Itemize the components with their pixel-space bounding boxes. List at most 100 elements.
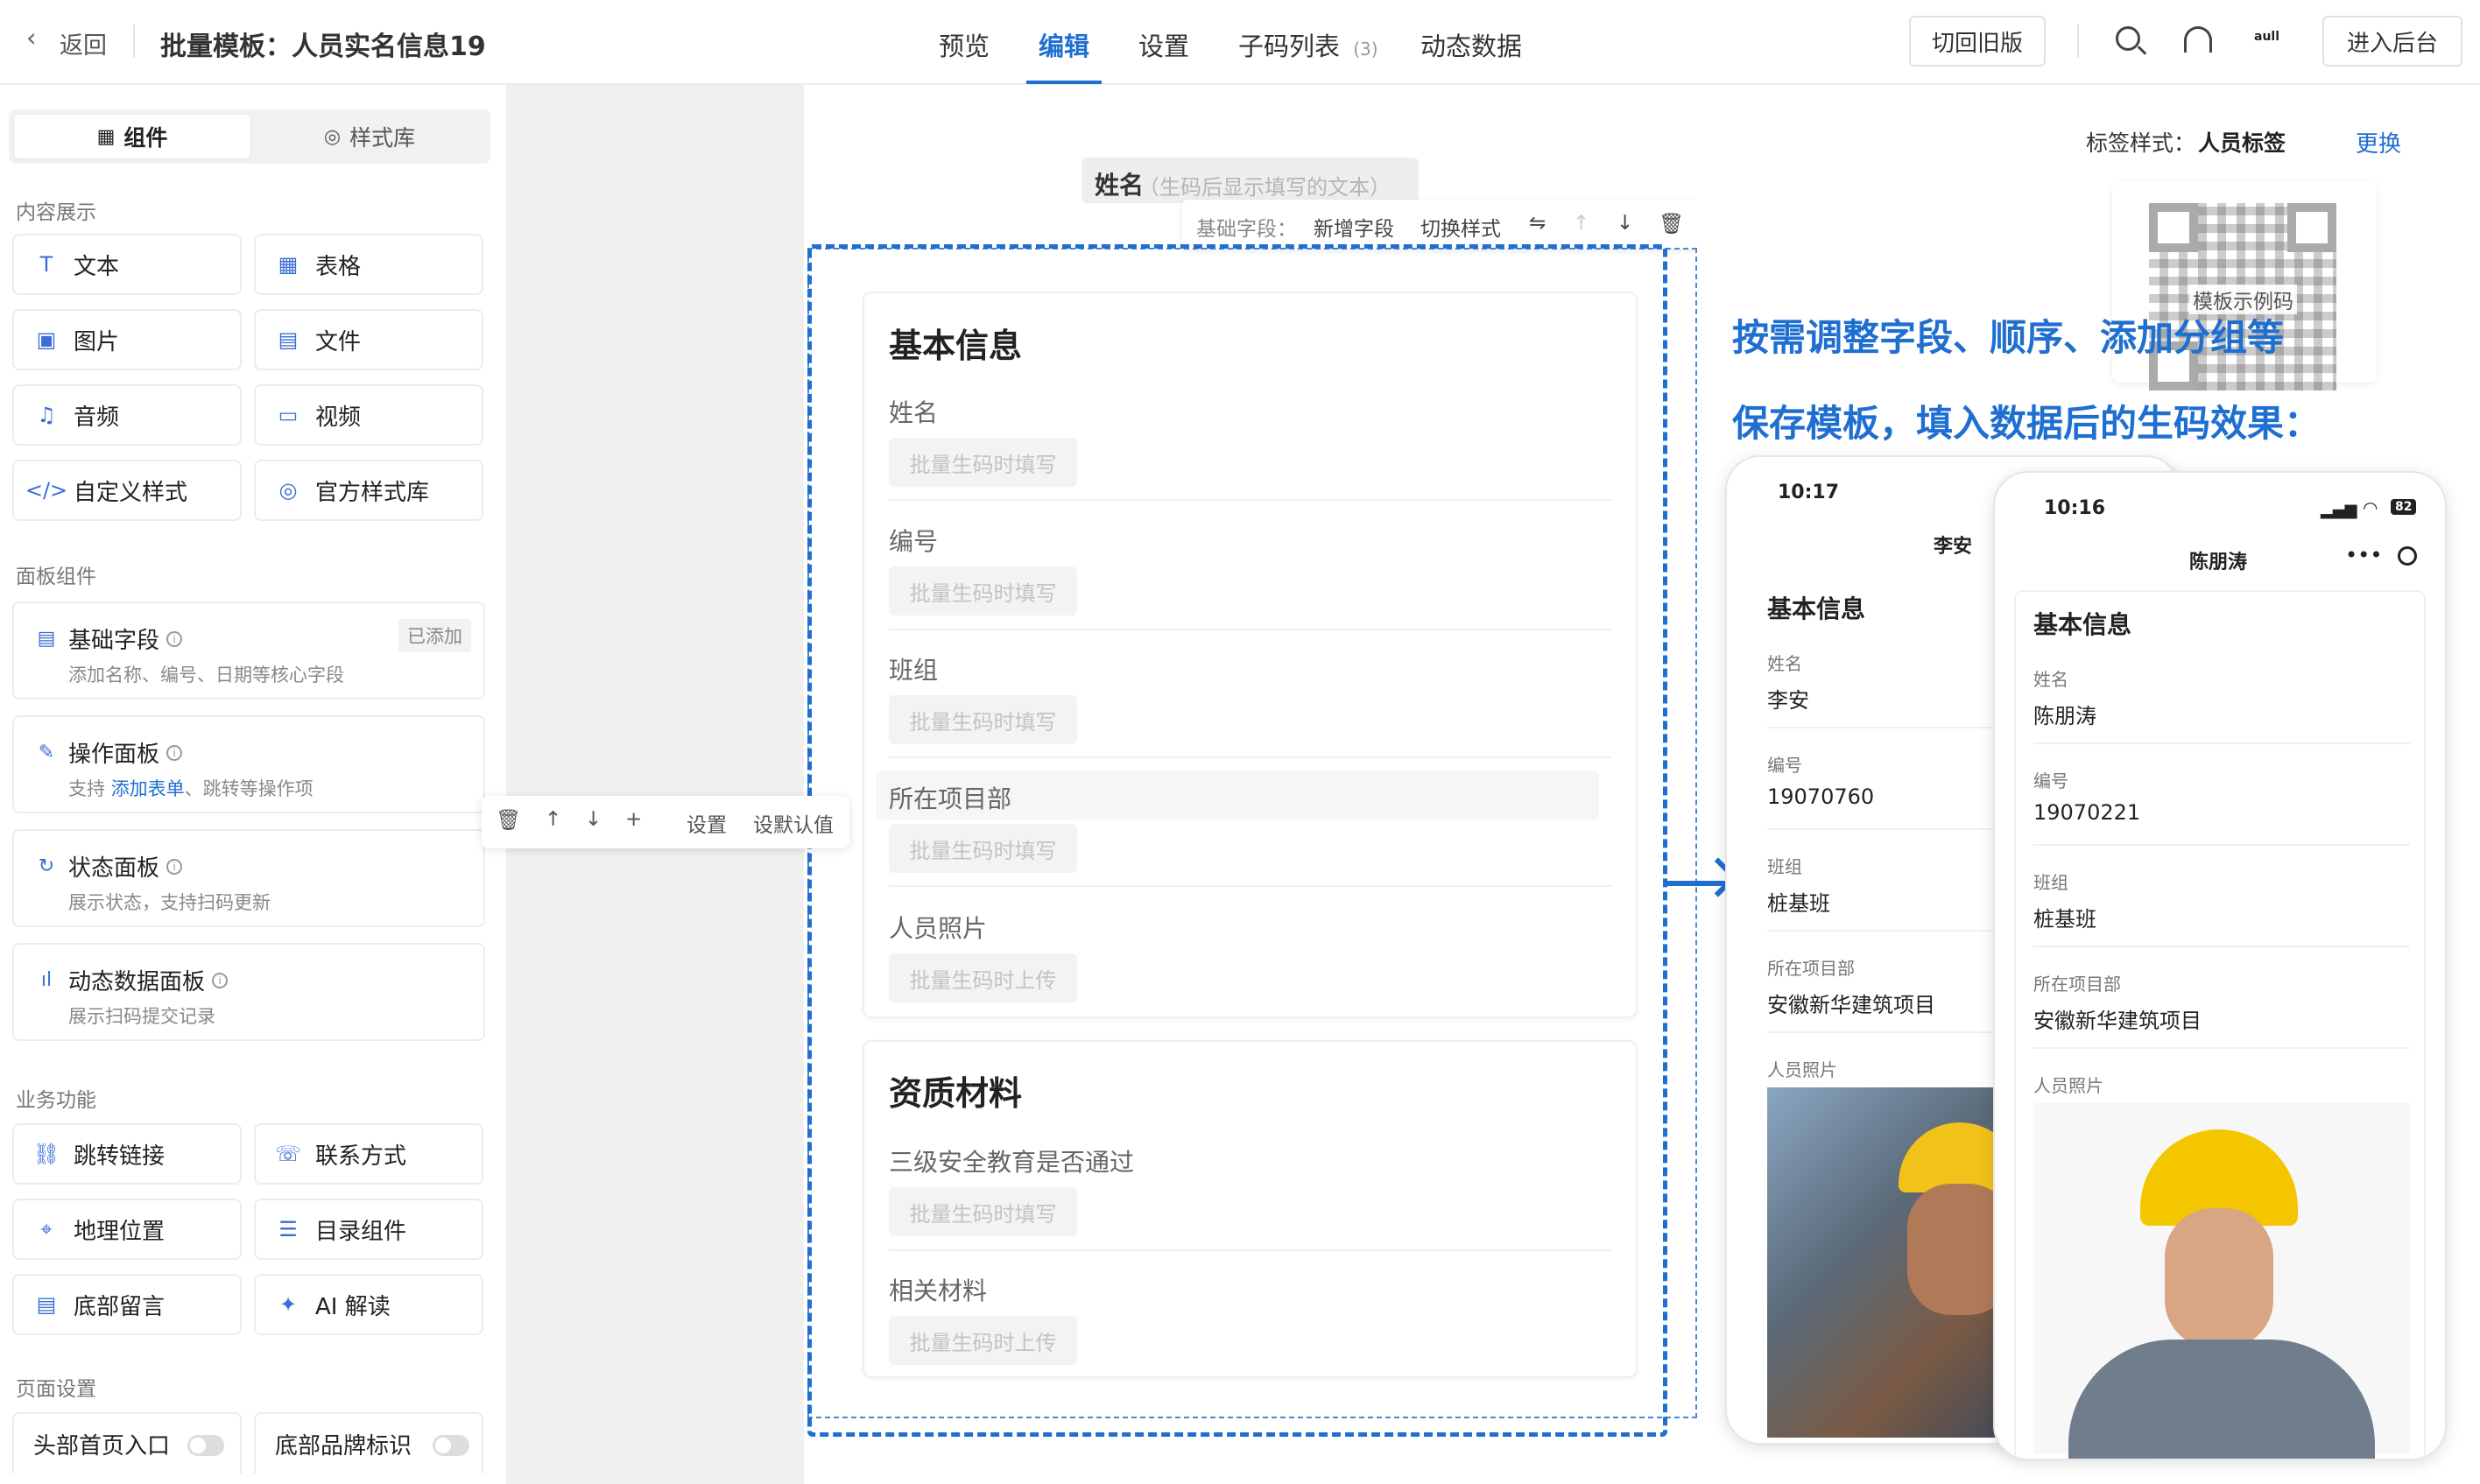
delete-icon[interactable]: 🗑 xyxy=(496,808,521,832)
component-bottom-message[interactable]: ▤ 底部留言 xyxy=(12,1274,242,1335)
link-icon: ⛓ xyxy=(32,1142,60,1166)
divider xyxy=(1767,828,1995,830)
move-down-icon[interactable]: ↓ xyxy=(585,808,602,831)
info-icon[interactable]: i xyxy=(166,858,183,875)
component-label: 联系方式 xyxy=(315,1143,407,1170)
phone-field-label: 所在项目部 xyxy=(1767,958,1855,979)
face-shape xyxy=(2165,1208,2273,1348)
status-time: 10:17 xyxy=(1778,482,1840,503)
panel-title: ıl 动态数据面板 i xyxy=(35,964,229,996)
phone-field-label: 人员照片 xyxy=(1767,1059,1837,1080)
change-button[interactable]: 更换 xyxy=(2356,126,2401,158)
component-label: 底部留言 xyxy=(74,1293,166,1320)
field-toolbar: 基础字段： 新增字段 切换样式 ⇋ ↑ ↓ 🗑 xyxy=(1182,200,1699,249)
tab-components[interactable]: ▦ 组件 xyxy=(14,115,250,158)
component-table[interactable]: ▦ 表格 xyxy=(254,234,483,295)
move-up-icon[interactable]: ↑ xyxy=(1573,212,1589,235)
phone-field-label: 所在项目部 xyxy=(2033,974,2121,995)
panel-basic-fields[interactable]: ▤ 基础字段 i 已添加 添加名称、编号、日期等核心字段 xyxy=(12,601,485,700)
field-label: 人员照片 xyxy=(889,914,988,943)
info-icon[interactable]: i xyxy=(166,630,183,647)
component-text[interactable]: T 文本 xyxy=(12,234,242,295)
tab-subcode-list[interactable]: 子码列表 (3) xyxy=(1238,26,1378,63)
component-contact[interactable]: ☏ 联系方式 xyxy=(254,1123,483,1185)
phone-field-value: 安徽新华建筑项目 xyxy=(2033,1009,2202,1033)
headset-icon[interactable] xyxy=(2184,26,2212,53)
add-icon[interactable]: + xyxy=(625,808,642,831)
phone-field-value: 李安 xyxy=(1767,688,1809,713)
code-icon: </> xyxy=(25,478,68,503)
field-placeholder: 批量生码时上传 xyxy=(889,953,1077,1002)
panel-desc-pre: 支持 xyxy=(68,778,105,799)
move-up-icon[interactable]: ↑ xyxy=(545,808,561,831)
add-field-button[interactable]: 新增字段 xyxy=(1314,212,1394,242)
more-icon[interactable]: ••• xyxy=(2345,543,2382,567)
tab-edit[interactable]: 编辑 xyxy=(1039,26,1089,63)
component-label: 表格 xyxy=(315,253,362,280)
title-field-label: 姓名 xyxy=(1095,171,1145,200)
music-icon: ♫ xyxy=(37,403,56,427)
phone-section-title: 基本信息 xyxy=(1767,594,1866,623)
avatar[interactable]: aull xyxy=(2254,30,2294,54)
panel-dynamic-data[interactable]: ıl 动态数据面板 i 展示扫码提交记录 xyxy=(12,943,485,1041)
component-custom-style[interactable]: </> 自定义样式 xyxy=(12,460,242,521)
add-form-link[interactable]: 添加表单 xyxy=(111,778,185,799)
phone-field-label: 班组 xyxy=(2033,872,2068,893)
switch-style-button[interactable]: 切换样式 xyxy=(1420,212,1501,242)
component-label: 文件 xyxy=(315,328,362,355)
header-home-toggle[interactable] xyxy=(187,1435,224,1456)
tab-settings[interactable]: 设置 xyxy=(1138,26,1189,63)
panel-operation[interactable]: ✎ 操作面板 i 支持 添加表单、跳转等操作项 xyxy=(12,715,485,813)
message-icon: ▤ xyxy=(36,1292,57,1317)
clipboard-icon: ▤ xyxy=(37,628,56,650)
move-down-icon[interactable]: ↓ xyxy=(1617,212,1633,235)
component-official-style[interactable]: ◎ 官方样式库 xyxy=(254,460,483,521)
component-jump-link[interactable]: ⛓ 跳转链接 xyxy=(12,1123,242,1185)
phone-field-label: 人员照片 xyxy=(2033,1075,2103,1096)
phone-preview-front: 10:16 ▂▄▆ ◠ 82 陈朋涛 ••• 基本信息 姓名 陈朋涛 编号 19… xyxy=(1993,471,2447,1460)
tab-subcode-count: (3) xyxy=(1353,39,1378,60)
info-icon[interactable]: i xyxy=(166,744,183,761)
footer-brand-toggle[interactable] xyxy=(433,1435,469,1456)
divider xyxy=(889,499,1611,501)
location-icon: ⌖ xyxy=(40,1217,53,1241)
back-button[interactable]: 返回 xyxy=(60,26,107,60)
component-location[interactable]: ⌖ 地理位置 xyxy=(12,1199,242,1260)
file-icon: ▤ xyxy=(278,327,299,352)
video-icon: ▭ xyxy=(278,403,299,427)
chevron-left-icon[interactable]: ‹ xyxy=(26,23,37,53)
tab-style-library-label: 样式库 xyxy=(349,125,416,151)
delete-icon[interactable]: 🗑 xyxy=(1659,212,1684,236)
wifi-icon: ◠ xyxy=(2363,497,2378,518)
tab-style-library[interactable]: ◎ 样式库 xyxy=(254,115,485,158)
enter-backend-button[interactable]: 进入后台 xyxy=(2322,16,2462,67)
tab-subcode-label: 子码列表 xyxy=(1238,32,1341,61)
component-catalog[interactable]: ☰ 目录组件 xyxy=(254,1199,483,1260)
old-version-button[interactable]: 切回旧版 xyxy=(1909,16,2046,67)
target-icon[interactable] xyxy=(2398,546,2417,566)
image-icon: ▣ xyxy=(36,327,57,352)
component-label: 地理位置 xyxy=(74,1218,166,1245)
tab-preview[interactable]: 预览 xyxy=(939,26,990,63)
added-badge: 已添加 xyxy=(398,619,471,652)
field-placeholder: 批量生码时填写 xyxy=(889,695,1077,744)
component-label: 自定义样式 xyxy=(74,479,188,506)
panel-desc: 添加名称、编号、日期等核心字段 xyxy=(68,665,344,686)
tab-dynamic-data[interactable]: 动态数据 xyxy=(1420,26,1522,63)
default-value-button[interactable]: 设默认值 xyxy=(753,808,834,838)
swap-icon[interactable]: ⇋ xyxy=(1529,212,1546,235)
section-business: 业务功能 xyxy=(16,1089,96,1112)
panel-desc-post: 、跳转等操作项 xyxy=(184,778,314,799)
info-icon[interactable]: i xyxy=(212,972,229,988)
settings-button[interactable]: 设置 xyxy=(687,808,727,838)
component-audio[interactable]: ♫ 音频 xyxy=(12,384,242,446)
component-video[interactable]: ▭ 视频 xyxy=(254,384,483,446)
row-toolbar: 🗑 ↑ ↓ + 设置 设默认值 xyxy=(482,796,849,848)
component-ai-reading[interactable]: ✦ AI 解读 xyxy=(254,1274,483,1335)
qr-finder-icon xyxy=(2149,203,2198,252)
panel-status[interactable]: ↻ 状态面板 i 展示状态，支持扫码更新 xyxy=(12,829,485,927)
component-image[interactable]: ▣ 图片 xyxy=(12,309,242,370)
tab-active-underline xyxy=(1026,81,1102,84)
component-file[interactable]: ▤ 文件 xyxy=(254,309,483,370)
field-label: 姓名 xyxy=(889,398,939,427)
